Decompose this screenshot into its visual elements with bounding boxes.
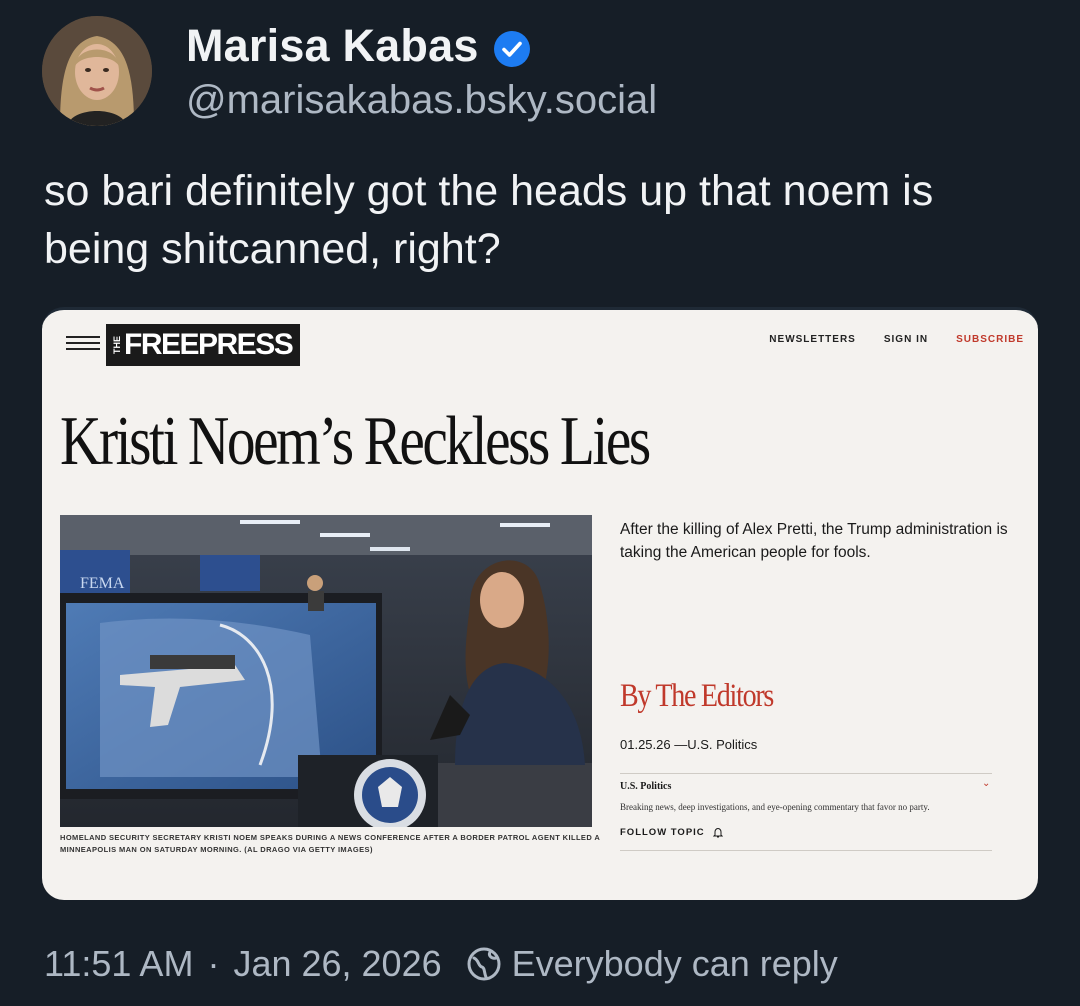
post-meta: 11:51 AM · Jan 26, 2026 Everybody can re… [44,943,838,985]
follow-topic-label: FOLLOW TOPIC [620,827,705,838]
post-time[interactable]: 11:51 AM [44,943,193,985]
display-name-text: Marisa Kabas [186,20,479,71]
embedded-image[interactable]: THE FREEPRESS NEWSLETTERS SIGN IN SUBSCR… [42,307,1038,900]
photo-caption: HOMELAND SECURITY SECRETARY KRISTI NOEM … [60,833,600,854]
nav-sign-in: SIGN IN [883,334,929,345]
chevron-down-icon: ⌄ [982,778,991,789]
globe-icon [467,947,501,981]
topic-name: U.S. Politics [620,781,672,792]
logo-text: FREEPRESS [124,328,294,361]
follow-topic: FOLLOW TOPIC [620,827,723,838]
site-nav: NEWSLETTERS SIGN IN SUBSCRIBE [769,334,1024,345]
nav-subscribe: SUBSCRIBE [956,334,1024,345]
separator: · [207,943,220,984]
post-date[interactable]: Jan 26, 2026 [233,943,441,985]
nav-newsletters: NEWSLETTERS [769,334,856,345]
article-dateline: 01.25.26 —U.S. Politics [620,737,758,752]
article-photo: FEMA [60,515,592,831]
topic-description: Breaking news, deep investigations, and … [620,802,930,812]
post-text: so bari definitely got the heads up that… [44,167,934,273]
article-byline: By The Editors [620,678,774,714]
avatar[interactable] [42,16,152,126]
divider [620,773,992,774]
bell-icon [712,827,723,838]
article-headline: Kristi Noem’s Reckless Lies [60,403,651,480]
site-logo: THE FREEPRESS [106,324,301,366]
menu-icon [66,336,100,350]
fema-text: FEMA [80,575,125,592]
divider [620,850,992,851]
reply-setting[interactable]: Everybody can reply [512,943,838,985]
verified-badge-icon [493,27,531,67]
display-name[interactable]: Marisa Kabas [186,20,531,72]
logo-small: THE [112,336,122,354]
article-dek: After the killing of Alex Pretti, the Tr… [620,521,1008,561]
handle[interactable]: @marisakabas.bsky.social [186,78,657,123]
site-header: THE FREEPRESS NEWSLETTERS SIGN IN SUBSCR… [66,320,1024,366]
